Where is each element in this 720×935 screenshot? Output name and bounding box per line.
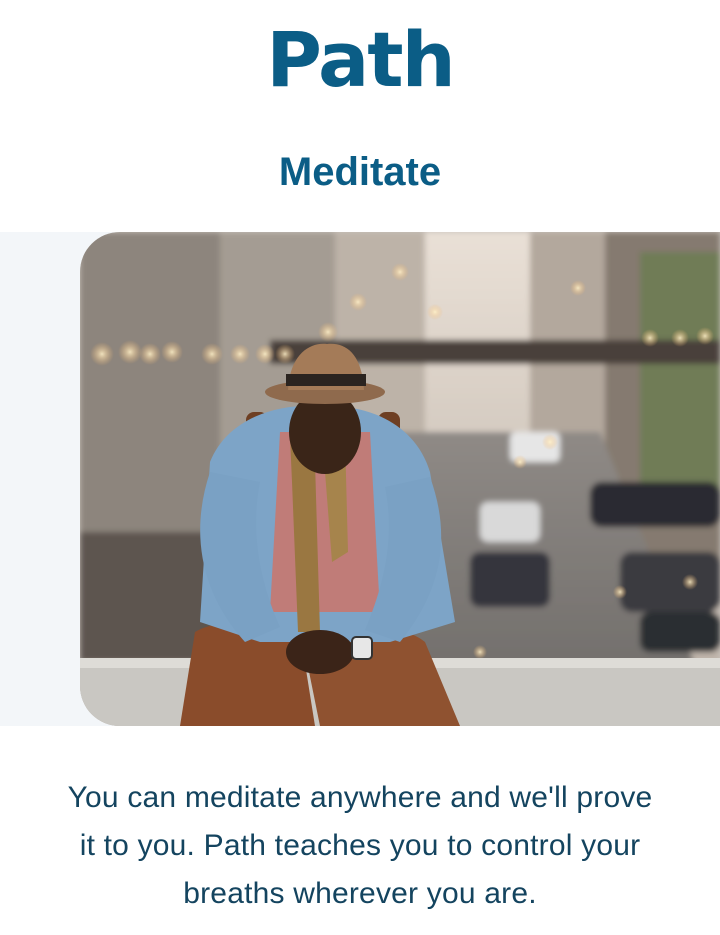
page-title: Meditate bbox=[278, 150, 442, 194]
hero-image bbox=[80, 232, 720, 726]
description-text: You can meditate anywhere and we'll prov… bbox=[67, 781, 653, 910]
city-meditation-illustration bbox=[80, 232, 720, 726]
path-logo: Path bbox=[266, 15, 455, 104]
